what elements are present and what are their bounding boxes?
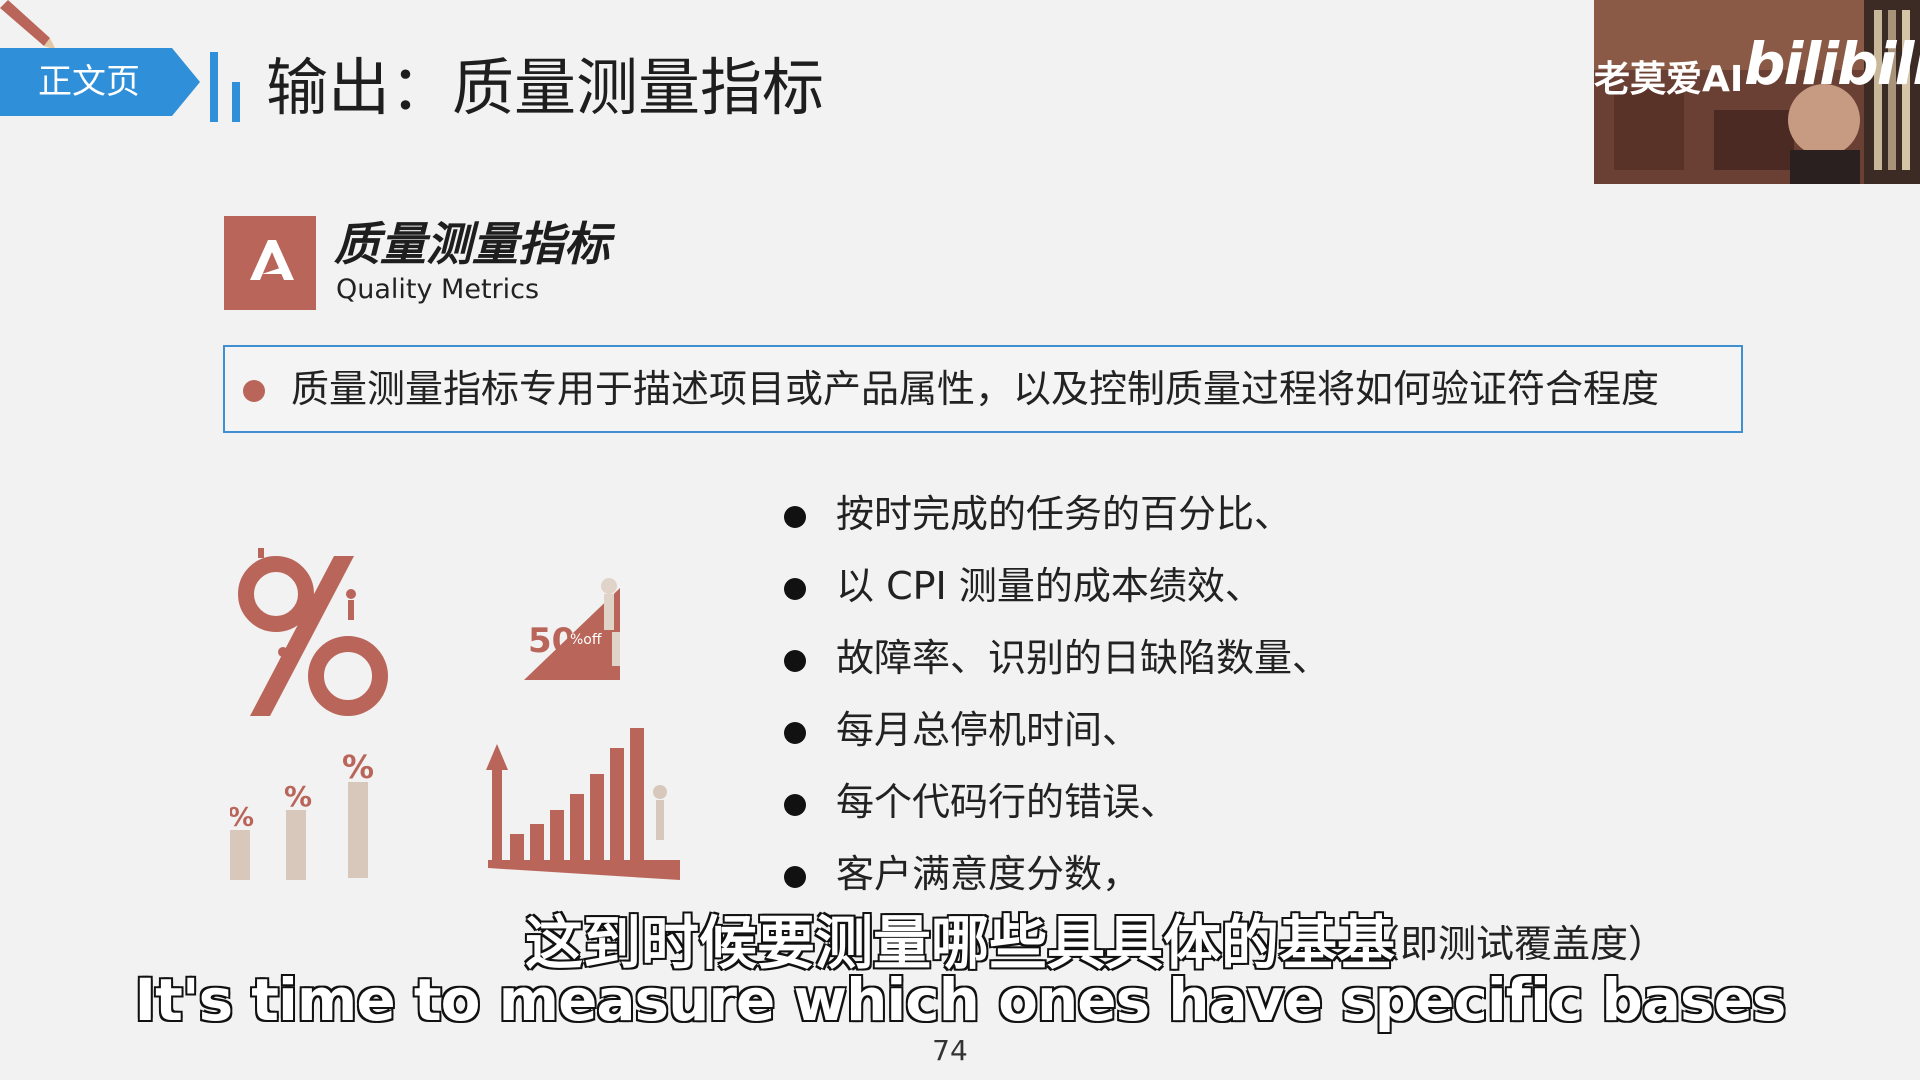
list-item-text: 以 CPI 测量的成本绩效、 [836,564,1263,608]
presenter-video: 老莫爱AI bilibili [1594,0,1920,184]
section-logo-icon [224,216,316,310]
list-item-text: 客户满意度分数， [836,852,1141,896]
svg-text:%off: %off [570,632,602,648]
list-item-text: 每月总停机时间、 [836,708,1141,752]
summary-box: 质量测量指标专用于描述项目或产品属性，以及控制质量过程将如何验证符合程度 [223,345,1743,433]
list-item: 以 CPI 测量的成本绩效、 [780,556,1740,628]
video-watermark-caption: 老莫爱AI [1594,59,1744,100]
list-item-text: 每个代码行的错误、 [836,780,1179,824]
svg-text:%: % [284,780,312,813]
metrics-list: 按时完成的任务的百分比、 以 CPI 测量的成本绩效、 故障率、识别的日缺陷数量… [780,484,1740,916]
page-number: 74 [932,1034,968,1067]
section-title: 质量测量指标 [334,217,610,271]
list-item: 每月总停机时间、 [780,700,1740,772]
list-item-text: 故障率、识别的日缺陷数量、 [836,636,1331,680]
list-bullet [784,578,806,600]
percent-podium-icon: % % % [230,748,374,880]
rising-bar-chart-icon [486,728,680,880]
list-bullet [784,794,806,816]
percent-figure-icon [238,548,388,716]
section-tag-label: 正文页 [38,62,140,102]
metrics-illustration: 50 %off % % % [230,548,680,880]
svg-text:%: % [342,748,374,786]
list-bullet [784,722,806,744]
list-bullet [784,506,806,528]
list-bullet [784,650,806,672]
list-item: 按时完成的任务的百分比、 [780,484,1740,556]
fifty-percent-off-icon: 50 %off [524,578,620,680]
svg-text:50: 50 [528,621,575,661]
list-item: 故障率、识别的日缺陷数量、 [780,628,1740,700]
list-item-text: 按时完成的任务的百分比、 [836,492,1293,536]
page-title: 输出：质量测量指标 [266,51,825,124]
title-accent-bars [210,52,240,122]
pencil-icon [0,0,56,50]
subtitle-english: It's time to measure which ones have spe… [134,965,1788,1035]
bilibili-logo: bilibili [1744,30,1920,98]
summary-text: 质量测量指标专用于描述项目或产品属性，以及控制质量过程将如何验证符合程度 [291,367,1660,411]
list-bullet [784,866,806,888]
section-subtitle: Quality Metrics [336,274,540,305]
summary-bullet [243,380,265,402]
svg-text:%: % [230,803,254,833]
list-item: 每个代码行的错误、 [780,772,1740,844]
